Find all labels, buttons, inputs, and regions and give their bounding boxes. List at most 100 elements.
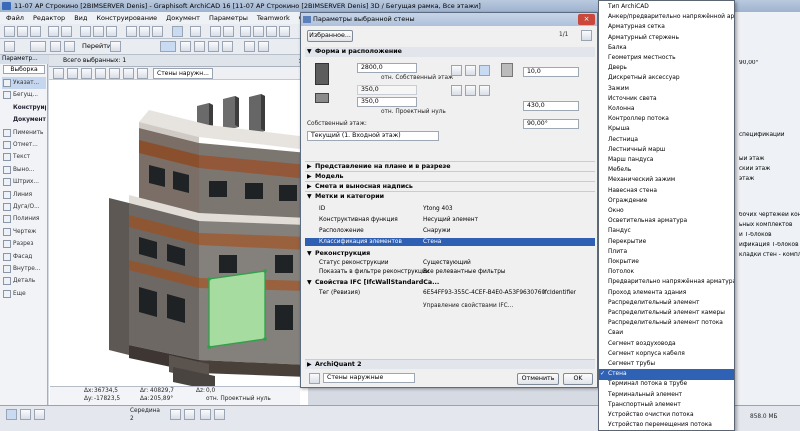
flip-icon[interactable] — [465, 85, 476, 96]
rotate-icon[interactable] — [126, 26, 137, 37]
section-header[interactable]: ▶ Смета и выносная надпись — [305, 181, 595, 191]
navigator-item[interactable]: ский этаж — [739, 166, 800, 172]
classification-option[interactable]: Сегмент корпуса кабеля — [599, 349, 734, 360]
classification-option[interactable]: Терминальный элемент — [599, 390, 734, 401]
3d-viewport[interactable] — [49, 55, 308, 405]
tool-item[interactable]: Внутре... — [2, 263, 46, 275]
copy-icon[interactable] — [93, 26, 104, 37]
walk-icon[interactable] — [208, 41, 219, 52]
classification-option[interactable]: Контроллер потока — [599, 114, 734, 125]
classification-option[interactable]: Потолок — [599, 267, 734, 278]
classification-option[interactable]: Анкер/предварительно напряжённой арматур… — [599, 12, 734, 23]
save-icon[interactable] — [30, 26, 41, 37]
classification-option[interactable]: Окно — [599, 206, 734, 217]
cancel-button[interactable]: Отменить — [517, 373, 559, 385]
base-offset-field[interactable]: 350,0 — [357, 97, 417, 107]
redo-icon[interactable] — [61, 26, 72, 37]
gravity-icon[interactable] — [184, 409, 195, 420]
view-mode-icon[interactable] — [30, 41, 46, 52]
tool-item[interactable]: Линия — [2, 189, 46, 201]
wall-type-straight-icon[interactable] — [451, 65, 462, 76]
dy-value[interactable]: -17823,5 — [94, 396, 120, 402]
arrow-left-icon[interactable] — [50, 41, 61, 52]
favorites-button[interactable]: Избранное... — [307, 30, 353, 42]
undo-icon[interactable] — [48, 26, 59, 37]
building-3d-model[interactable] — [49, 55, 308, 405]
classification-option[interactable]: Распределительный элемент потока — [599, 318, 734, 329]
tool-item[interactable]: Выно... — [2, 164, 46, 176]
zoom-in-icon[interactable] — [253, 26, 264, 37]
thickness-field[interactable]: 10,0 — [523, 67, 579, 77]
ifc-tag-row[interactable]: Тег (Ревизия) 6E54FF93-355C-4CEF-B4E0-A5… — [305, 289, 595, 297]
ok-button[interactable]: OK — [563, 373, 593, 385]
classification-option[interactable]: Транспортный элемент — [599, 400, 734, 411]
classification-option[interactable]: Лестница — [599, 135, 734, 146]
stretch-icon[interactable] — [152, 26, 163, 37]
nav-back-icon[interactable] — [110, 41, 121, 52]
classification-option[interactable]: Проход элемента здания — [599, 288, 734, 299]
classification-option[interactable]: Арматурная сетка — [599, 22, 734, 33]
section-header[interactable]: ▶ Модель — [305, 171, 595, 181]
section-header[interactable]: ▶ Представление на плане и в разрезе — [305, 161, 595, 171]
tool-item[interactable]: Чертеж — [2, 226, 46, 238]
ifc-manage-link[interactable]: Управление свойствами IFC... — [423, 303, 513, 309]
settings-3d-icon[interactable] — [137, 68, 148, 79]
pan-3d-icon[interactable] — [123, 68, 134, 79]
layer-dropdown[interactable]: Стены наружные — [323, 373, 415, 383]
classification-option[interactable]: Плита — [599, 247, 734, 258]
classification-option[interactable]: Лестничный марш — [599, 145, 734, 156]
select-tab[interactable]: Выборка — [3, 65, 45, 74]
property-row[interactable]: Конструктивная функция Несущий элемент — [305, 216, 595, 224]
classification-option[interactable]: Ограждение — [599, 196, 734, 207]
snap-icon[interactable] — [223, 26, 234, 37]
section-geometry[interactable]: ▼ Форма и расположение — [305, 47, 595, 57]
classification-option[interactable]: Перекрытие — [599, 237, 734, 248]
dx-value[interactable]: 36734,5 — [94, 388, 118, 394]
trace-icon[interactable] — [34, 409, 45, 420]
classification-option[interactable]: Сегмент воздуховода — [599, 339, 734, 350]
height-field[interactable]: 2800,0 — [357, 63, 417, 73]
layer-icon[interactable] — [190, 26, 201, 37]
angle-field[interactable]: 90,00° — [523, 119, 579, 129]
classification-option[interactable]: Предварительно напряжённая арматура — [599, 277, 734, 288]
tool-item[interactable]: Разрез — [2, 238, 46, 250]
dr-value[interactable]: 40829,7 — [150, 388, 174, 394]
classification-option[interactable]: Механический зажим — [599, 175, 734, 186]
classification-option[interactable]: Устройство очистки потока — [599, 410, 734, 421]
menu-item[interactable]: Параметры — [209, 14, 248, 22]
slanted-wall-icon[interactable] — [479, 85, 490, 96]
zoom-3d-icon[interactable] — [109, 68, 120, 79]
marquee-icon[interactable] — [67, 68, 78, 79]
new-file-icon[interactable] — [4, 26, 15, 37]
classification-option[interactable]: Сегмент трубы — [599, 359, 734, 370]
classification-option[interactable]: Навесная стена — [599, 186, 734, 197]
classification-option[interactable]: Покрытие — [599, 257, 734, 268]
render-icon[interactable] — [244, 41, 255, 52]
midpoint-value[interactable]: 2 — [130, 416, 134, 422]
layer-filter-dropdown[interactable]: Стены наружн... — [153, 68, 213, 79]
section-icon[interactable] — [258, 41, 269, 52]
arrow-icon[interactable] — [581, 30, 592, 41]
tool-item[interactable]: Конструир — [2, 102, 46, 114]
menu-item[interactable]: Teamwork — [257, 14, 290, 22]
classification-option[interactable]: ✓ Стена — [599, 369, 734, 380]
classification-option[interactable]: Геометрия местность — [599, 53, 734, 64]
property-row[interactable]: ID Ytong 403 — [305, 205, 595, 213]
classification-option[interactable]: Марш пандуса — [599, 155, 734, 166]
magic-wand-icon[interactable] — [210, 26, 221, 37]
tool-item[interactable]: Документ — [2, 114, 46, 126]
close-dialog-button[interactable]: × — [578, 14, 595, 25]
home-story-dropdown[interactable]: Текущий (1. Входной этаж) — [307, 131, 439, 141]
classification-option[interactable]: Крыша — [599, 124, 734, 135]
pointer-icon[interactable] — [53, 68, 64, 79]
tool-item[interactable]: Дуга/О... — [2, 201, 46, 213]
ortho-icon[interactable] — [200, 409, 211, 420]
menu-item[interactable]: Редактор — [33, 14, 65, 22]
tool-item[interactable]: Указат... — [2, 77, 46, 89]
angle-lock-icon[interactable] — [214, 409, 225, 420]
navigator-item[interactable]: ификация Т-блоков — [739, 242, 800, 248]
navigator-item[interactable]: 90,00° — [739, 60, 800, 66]
arrow-right-icon[interactable] — [64, 41, 75, 52]
classification-option[interactable]: Распределительный элемент — [599, 298, 734, 309]
cut-icon[interactable] — [80, 26, 91, 37]
